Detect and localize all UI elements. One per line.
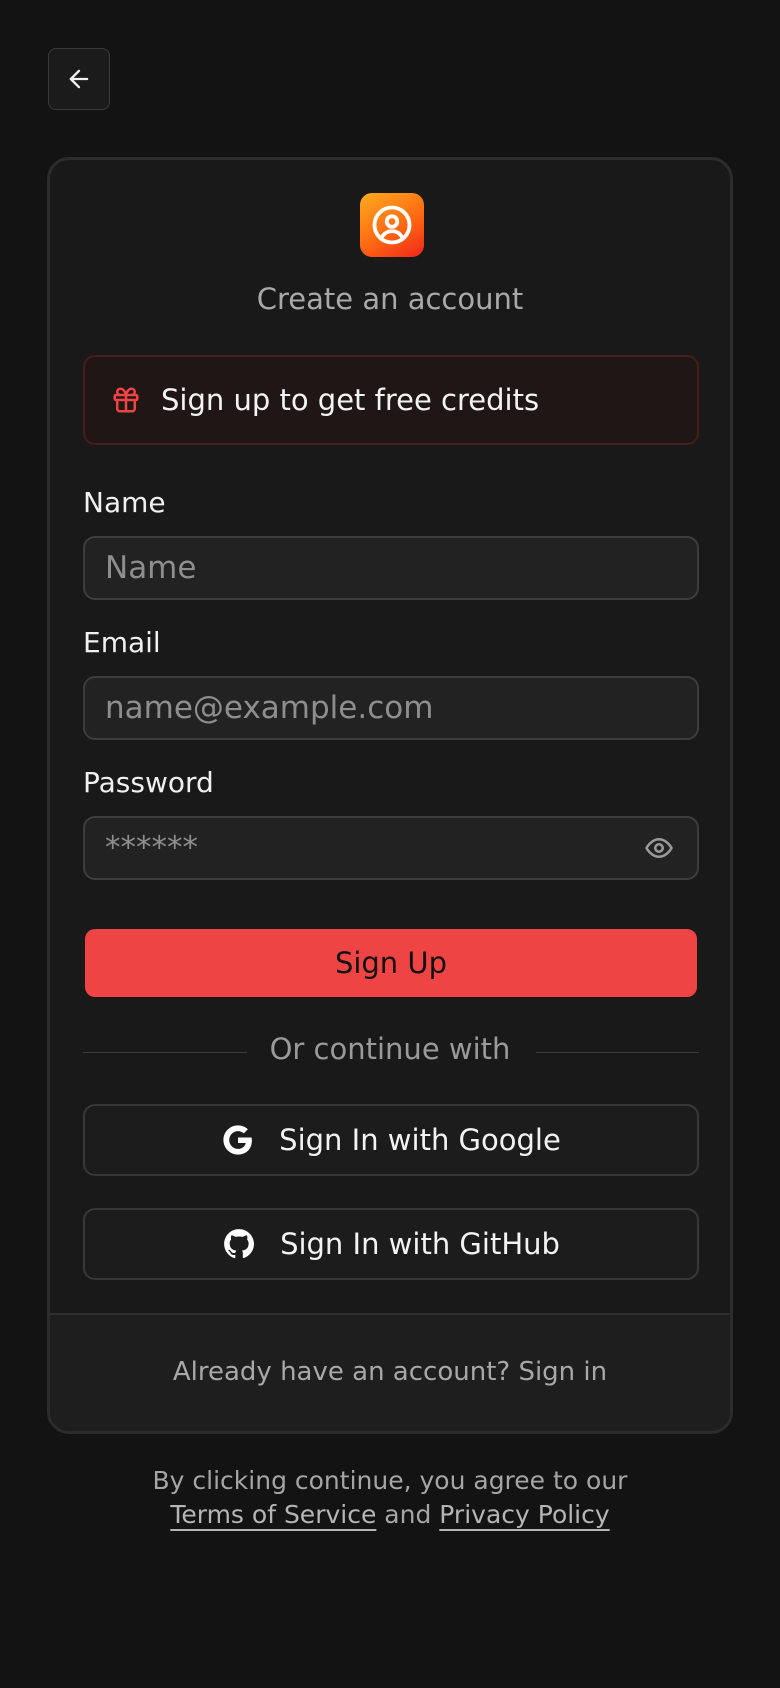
page-title: Create an account	[256, 282, 524, 316]
name-field-wrapper	[83, 536, 699, 600]
arrow-left-icon	[65, 65, 93, 93]
password-field-wrapper	[83, 816, 699, 880]
github-icon	[222, 1227, 256, 1261]
promo-text: Sign up to get free credits	[161, 383, 540, 417]
github-signin-label: Sign In with GitHub	[280, 1227, 560, 1261]
terms-link[interactable]: Terms of Service	[170, 1500, 376, 1529]
email-label: Email	[83, 626, 161, 659]
app-logo	[360, 193, 424, 257]
legal-text: By clicking continue, you agree to our	[152, 1466, 628, 1495]
privacy-link[interactable]: Privacy Policy	[439, 1500, 609, 1529]
signin-prompt-text: Already have an account?	[172, 1357, 511, 1387]
password-label: Password	[83, 766, 214, 799]
name-input[interactable]	[85, 538, 697, 598]
google-signin-button[interactable]: Sign In with Google	[83, 1104, 699, 1176]
card-footer: Already have an account? Sign in	[50, 1313, 730, 1431]
email-field-wrapper	[83, 676, 699, 740]
promo-banner: Sign up to get free credits	[83, 355, 699, 445]
signin-prompt: Already have an account? Sign in	[50, 1357, 730, 1387]
eye-icon[interactable]	[643, 832, 675, 864]
back-button[interactable]	[48, 48, 110, 110]
user-circle-icon	[371, 204, 413, 246]
divider-right	[536, 1052, 699, 1053]
password-input[interactable]	[85, 818, 697, 878]
legal-notice: By clicking continue, you agree to our T…	[0, 1464, 780, 1532]
email-input[interactable]	[85, 678, 697, 738]
google-icon	[221, 1123, 255, 1157]
divider-text: Or continue with	[269, 1032, 511, 1066]
signin-link[interactable]: Sign in	[518, 1357, 607, 1387]
legal-and: and	[384, 1500, 432, 1529]
gift-icon	[111, 385, 141, 415]
github-signin-button[interactable]: Sign In with GitHub	[83, 1208, 699, 1280]
sign-up-button[interactable]: Sign Up	[85, 929, 697, 997]
name-label: Name	[83, 486, 166, 519]
google-signin-label: Sign In with Google	[279, 1123, 561, 1157]
signup-card: Create an account Sign up to get free cr…	[47, 157, 733, 1434]
